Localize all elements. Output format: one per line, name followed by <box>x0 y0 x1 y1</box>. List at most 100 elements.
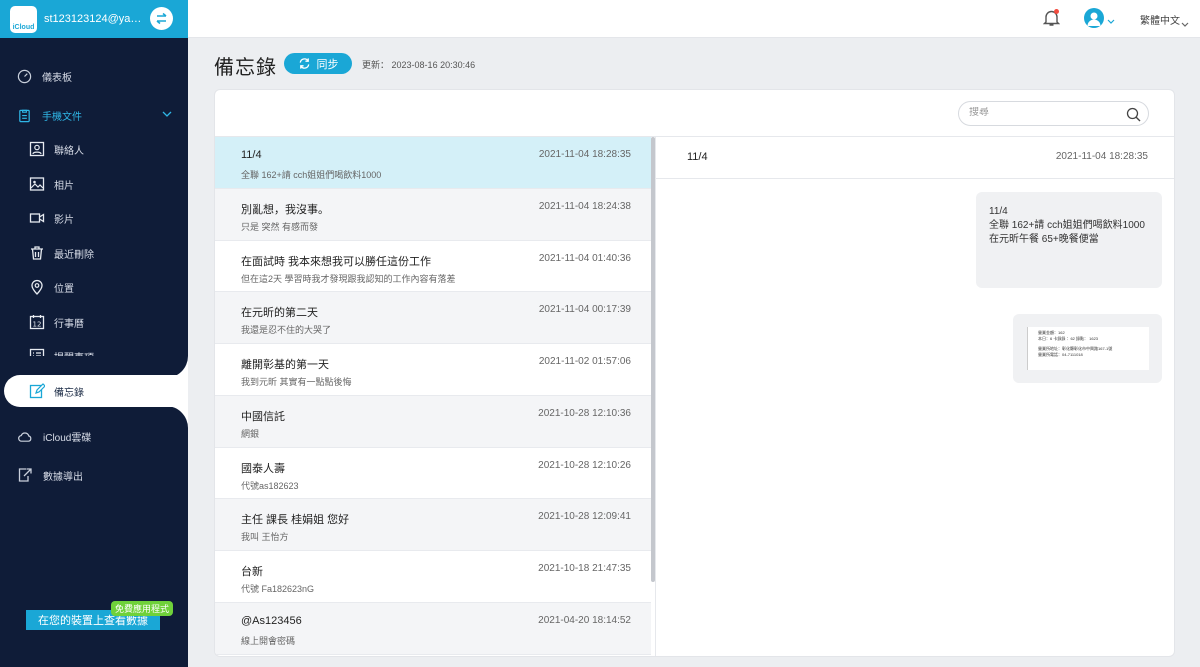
sidebar-item-label: 影片 <box>54 214 74 226</box>
list-item[interactable]: 台新 2021-10-18 21:47:35 代號 Fa182623nG <box>215 551 651 603</box>
note-preview: 我還是忍不住的大哭了 <box>241 325 332 336</box>
chevron-down-icon[interactable] <box>1181 15 1189 33</box>
detail-title: 11/4 <box>687 151 708 163</box>
sync-button[interactable]: 同步 <box>284 53 352 74</box>
sidebar-item-label: 行事曆 <box>54 318 84 330</box>
sidebar-item-label: 儀表板 <box>42 72 72 84</box>
export-icon <box>18 468 32 482</box>
contacts-icon <box>29 141 45 157</box>
list-item[interactable]: @As123456 2021-04-20 18:14:52 線上開會密碼 <box>215 602 651 655</box>
account-email: st123123124@yahoo.com.tw <box>44 13 144 25</box>
note-preview: 我到元昕 其實有一點點後悔 <box>241 377 352 387</box>
notes-list: 11/4 2021-11-04 18:28:35 全聯 162+請 cch姐姐們喝飲… <box>215 137 651 656</box>
note-title: 別亂想，我沒事。 <box>241 203 329 216</box>
sidebar-item-location[interactable]: 位置 <box>0 270 188 304</box>
list-item[interactable]: 11/4 2021-11-04 18:28:35 全聯 162+請 cch姐姐們喝飲… <box>215 137 651 189</box>
sidebar-item-label: 最近刪除 <box>54 249 94 261</box>
note-title: @As123456 <box>241 614 302 627</box>
note-title: 在面試時 我本來想我可以勝任這份工作 <box>241 255 432 268</box>
note-preview: 代號 Fa182623nG <box>241 584 315 594</box>
detail-date: 2021-11-04 18:28:35 <box>1055 151 1148 162</box>
location-pin-icon <box>31 279 43 295</box>
list-item[interactable]: 在面試時 我本來想我可以勝任這份工作 2021-11-04 01:40:36 但在這… <box>215 241 651 293</box>
note-title: 台新 <box>241 566 263 578</box>
sidebar-item-label: 相片 <box>54 180 74 192</box>
note-title: 11/4 <box>241 149 262 161</box>
note-preview: 只是 突然 有感而發 <box>241 221 319 232</box>
note-title: 離開彰基的第一天 <box>241 359 329 371</box>
note-line: 11/4 <box>989 206 1008 217</box>
note-content-bubble: 11/4 全聯 162+請 cch姐姐們喝飲料1000 在元昕午餐 65+晚餐便… <box>976 192 1162 288</box>
list-item[interactable]: 中國信託 2021-10-28 12:10:36 網銀 <box>215 395 651 448</box>
note-title: 在元昕的第二天 <box>241 307 318 320</box>
sidebar-item-notes[interactable]: 備忘錄 <box>4 375 188 407</box>
sidebar-item-label: iCloud雲碟 <box>43 432 92 444</box>
list-item[interactable]: 主任 課長 桂娟姐 您好 2021-10-28 12:09:41 我叫 王怡方 <box>215 499 651 551</box>
list-item[interactable]: 國泰人壽 2021-10-28 12:10:26 代號as182623 <box>215 448 651 500</box>
chevron-down-icon[interactable] <box>1107 12 1115 30</box>
note-date: 2021-04-20 18:14:52 <box>538 614 631 626</box>
sidebar-item-phone-files[interactable]: 手機文件 <box>0 98 188 132</box>
switch-account-icon[interactable] <box>150 7 173 30</box>
sidebar-item-dashboard[interactable]: 儀表板 <box>0 59 188 93</box>
note-line: 在元昕午餐 65+晚餐便當 <box>989 234 1099 245</box>
svg-text:12: 12 <box>33 321 42 329</box>
note-date: 2021-10-28 12:09:41 <box>538 511 631 523</box>
chevron-down-icon <box>162 111 172 117</box>
note-date: 2021-10-18 21:47:35 <box>538 563 631 574</box>
page-title: 備忘錄 <box>214 57 277 79</box>
sidebar-item-label: 位置 <box>54 283 74 295</box>
sync-label: 同步 <box>316 58 339 71</box>
sidebar-item-data-export[interactable]: 數據導出 <box>0 458 188 492</box>
sidebar-item-label: 備忘錄 <box>54 387 84 399</box>
note-title: 中國信託 <box>241 410 285 423</box>
note-date: 2021-10-28 12:10:26 <box>538 459 631 471</box>
search-input[interactable] <box>969 107 1119 118</box>
note-date: 2021-11-02 01:57:06 <box>538 356 631 367</box>
sidebar-item-videos[interactable]: 影片 <box>0 201 188 235</box>
note-preview: 代號as182623 <box>241 480 299 491</box>
sidebar-item-icloud-drive[interactable]: iCloud雲碟 <box>0 419 188 453</box>
note-preview: 我叫 王怡方 <box>241 532 289 543</box>
sidebar-item-photos[interactable]: 相片 <box>0 167 188 201</box>
clipboard-icon <box>19 109 30 122</box>
list-item[interactable]: 離開彰基的第一天 2021-11-02 01:57:06 我到元昕 其實有一點點後悔 <box>215 344 651 396</box>
sidebar-item-contacts[interactable]: 聯絡人 <box>0 132 188 166</box>
sidebar-item-calendar[interactable]: 12 行事曆 <box>0 305 188 339</box>
note-date: 2021-11-04 00:17:39 <box>538 304 631 316</box>
search-box <box>958 101 1149 126</box>
calendar-icon: 12 <box>29 315 45 330</box>
note-line: 全聯 162+請 cch姐姐們喝飲料1000 <box>989 220 1145 231</box>
sidebar-item-label: 數據導出 <box>43 471 83 483</box>
note-title: 主任 課長 桂娟姐 您好 <box>241 514 350 527</box>
receipt-image: 營業金額：162 本日：6 卡錄錄 ：62 錄點： 1623 營業所地址：彰化縣… <box>1027 327 1149 370</box>
last-updated: 更新： 2023-08-16 20:30:46 <box>362 60 476 70</box>
list-item[interactable]: 別亂想，我沒事。 2021-11-04 18:24:38 只是 突然 有感而發 <box>215 188 651 241</box>
list-item[interactable]: 在元昕的第二天 2021-11-04 00:17:39 我還是忍不住的大哭了 <box>215 292 651 344</box>
note-preview: 網銀 <box>241 428 260 439</box>
user-avatar-icon[interactable] <box>1084 8 1104 28</box>
note-date: 2021-11-04 01:40:36 <box>538 252 631 264</box>
refresh-icon <box>299 58 309 69</box>
attachment-image[interactable]: 營業金額：162 本日：6 卡錄錄 ：62 錄點： 1623 營業所地址：彰化縣… <box>1013 314 1162 383</box>
free-app-badge: 免費應用程式 <box>111 601 174 616</box>
language-selector[interactable]: 繁體中文 <box>1140 12 1180 27</box>
sidebar-item-label: 手機文件 <box>42 111 82 123</box>
sidebar-item-label: 聯絡人 <box>54 145 84 157</box>
search-icon[interactable] <box>1126 107 1141 122</box>
photo-icon <box>29 177 45 191</box>
note-date: 2021-11-04 18:24:38 <box>538 200 631 212</box>
note-date: 2021-11-04 18:28:35 <box>538 149 631 160</box>
note-preview: 全聯 162+請 cch姐姐們喝飲料1000 <box>241 170 382 180</box>
note-date: 2021-10-28 12:10:36 <box>538 407 631 419</box>
cloud-icon <box>18 431 32 442</box>
notification-dot <box>1054 9 1059 14</box>
dashboard-icon <box>17 69 32 83</box>
note-preview: 線上開會密碼 <box>241 635 296 646</box>
icloud-logo: iCloud <box>10 5 37 33</box>
video-camera-icon <box>29 213 45 223</box>
edit-note-icon <box>29 383 45 399</box>
sidebar-item-recently-deleted[interactable]: 最近刪除 <box>0 236 188 270</box>
note-title: 國泰人壽 <box>241 462 285 475</box>
note-preview: 但在這2天 學習時我才發現跟我認知的工作內容有落差 <box>241 273 456 284</box>
